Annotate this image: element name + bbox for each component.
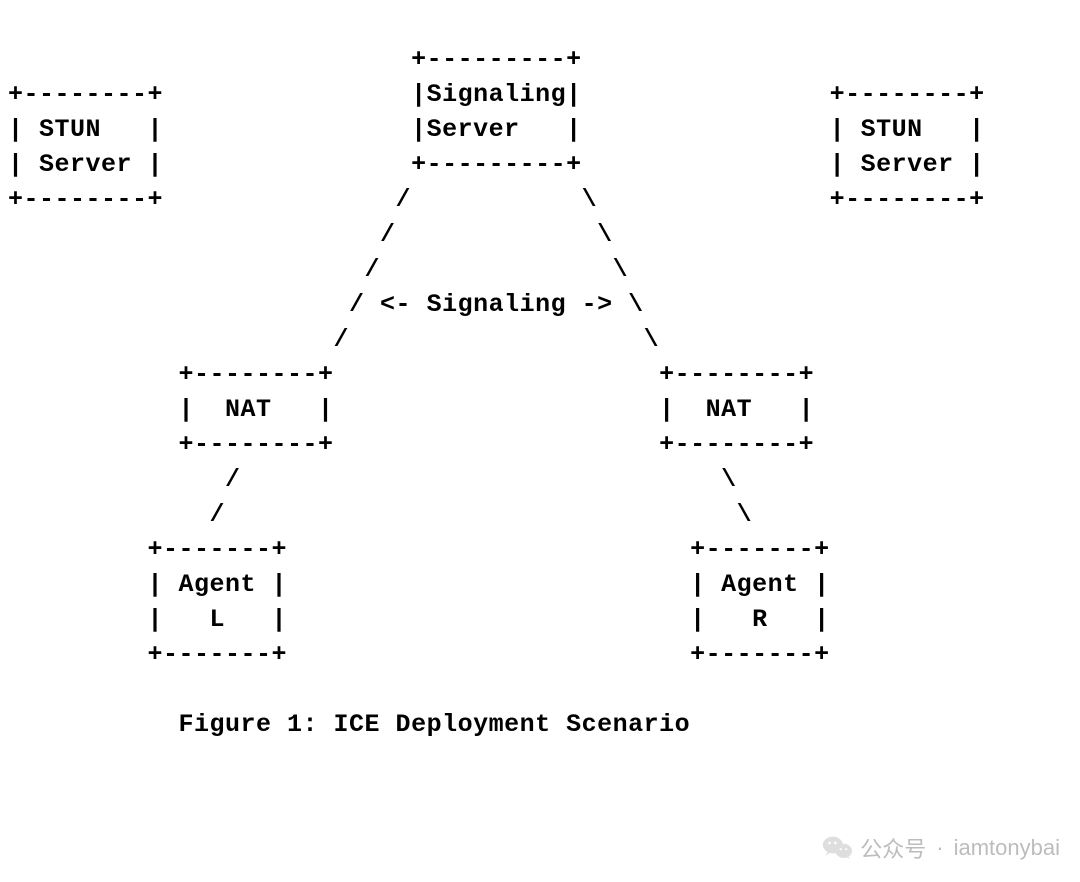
watermark: 公众号 · iamtonybai [822,832,1060,864]
watermark-handle: iamtonybai [954,835,1060,861]
ascii-diagram: +---------+ +--------+ |Signaling| +----… [0,0,1080,742]
watermark-separator: · [934,835,945,861]
wechat-icon [822,835,852,861]
watermark-label: 公众号 [860,832,926,864]
